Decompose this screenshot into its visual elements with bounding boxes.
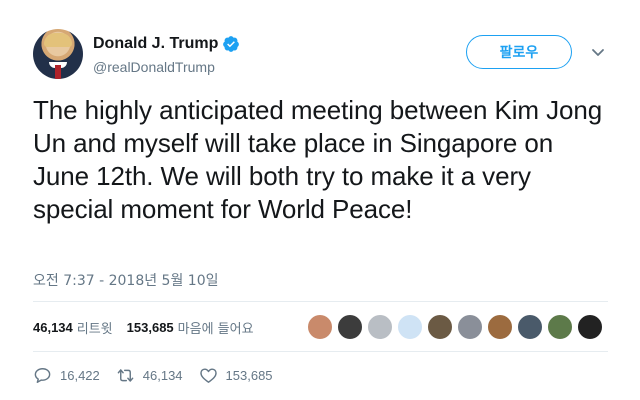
- likes-label[interactable]: 마음에 들어요: [178, 318, 254, 337]
- liker-avatar[interactable]: [307, 314, 333, 340]
- liker-avatar[interactable]: [517, 314, 543, 340]
- liker-avatars: [307, 314, 607, 340]
- likes-count[interactable]: 153,685: [127, 320, 174, 335]
- tweet-timestamp[interactable]: 오전 7:37 - 2018년 5월 10일: [33, 270, 219, 290]
- chevron-down-icon[interactable]: [590, 44, 606, 60]
- author-info: Donald J. Trump @realDonaldTrump: [93, 34, 240, 76]
- author-name-row: Donald J. Trump: [93, 34, 240, 54]
- retweet-action[interactable]: 46,134: [116, 366, 183, 385]
- reply-count: 16,422: [60, 368, 100, 383]
- like-count: 153,685: [225, 368, 273, 383]
- author-display-name[interactable]: Donald J. Trump: [93, 34, 218, 54]
- divider-bottom: [33, 351, 608, 352]
- verified-badge-icon: [223, 36, 240, 52]
- liker-avatar[interactable]: [577, 314, 603, 340]
- reply-icon: [34, 368, 51, 383]
- liker-avatar[interactable]: [457, 314, 483, 340]
- heart-icon: [199, 368, 217, 383]
- avatar-hair: [44, 33, 72, 47]
- retweets-label[interactable]: 리트윗: [77, 318, 113, 337]
- liker-avatar[interactable]: [367, 314, 393, 340]
- liker-avatar[interactable]: [397, 314, 423, 340]
- follow-button[interactable]: 팔로우: [466, 35, 572, 69]
- like-action[interactable]: 153,685: [199, 366, 273, 385]
- tweet-stats: 46,134 리트윗 153,685 마음에 들어요: [33, 316, 268, 338]
- tweet-actions: 16,422 46,134 153,685: [33, 366, 289, 385]
- liker-avatar[interactable]: [337, 314, 363, 340]
- retweet-count: 46,134: [142, 368, 183, 383]
- author-handle[interactable]: @realDonaldTrump: [93, 58, 240, 76]
- retweet-icon: [117, 369, 134, 382]
- liker-avatar[interactable]: [487, 314, 513, 340]
- author-avatar[interactable]: [33, 29, 83, 79]
- liker-avatar[interactable]: [427, 314, 453, 340]
- tweet-text: The highly anticipated meeting between K…: [33, 95, 603, 224]
- reply-action[interactable]: 16,422: [33, 366, 100, 385]
- avatar-tie: [55, 65, 61, 79]
- liker-avatar[interactable]: [547, 314, 573, 340]
- tweet-header: Donald J. Trump @realDonaldTrump 팔로우: [33, 29, 613, 81]
- divider-top: [33, 301, 608, 302]
- retweets-count[interactable]: 46,134: [33, 320, 73, 335]
